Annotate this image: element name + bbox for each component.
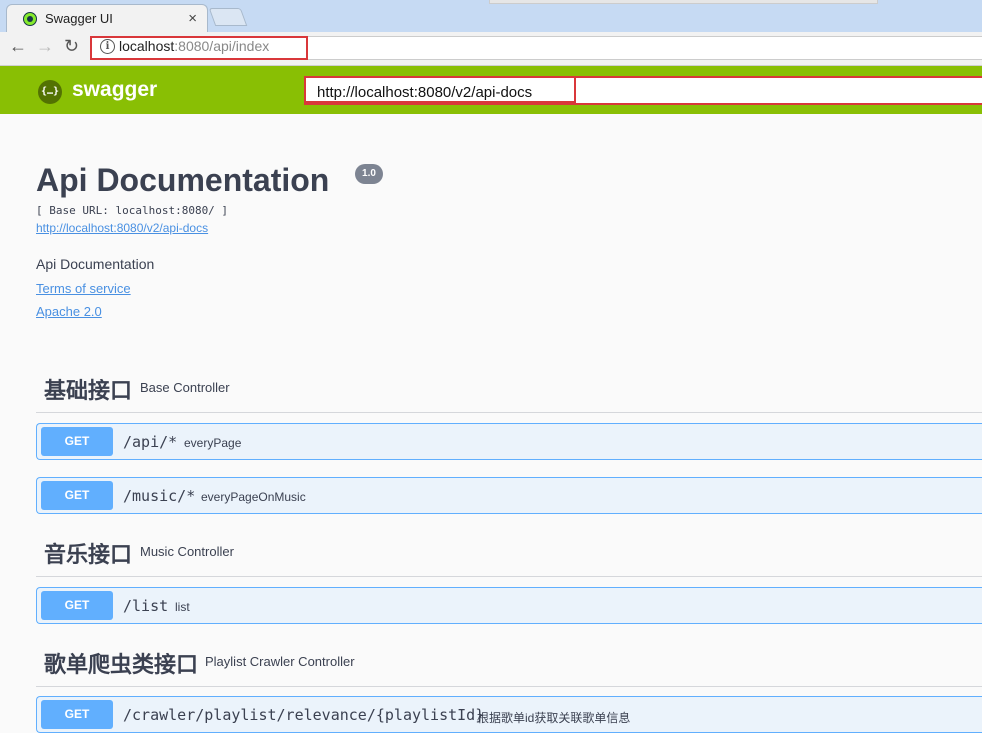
url-path: :8080/api/index bbox=[174, 38, 270, 54]
browser-tab[interactable]: Swagger UI × bbox=[6, 4, 208, 33]
method-badge: GET bbox=[41, 700, 113, 729]
method-badge: GET bbox=[41, 481, 113, 510]
section-title: 基础接口 bbox=[44, 378, 133, 403]
address-url[interactable]: localhost:8080/api/index bbox=[119, 38, 269, 54]
tab-title: Swagger UI bbox=[45, 11, 113, 26]
base-url: [ Base URL: localhost:8080/ ] bbox=[36, 204, 229, 217]
operation-path: /api/* bbox=[123, 433, 178, 451]
operation-get-music[interactable]: GET /music/* everyPageOnMusic bbox=[36, 477, 982, 514]
section-music-controller[interactable]: 音乐接口 Music Controller bbox=[36, 534, 982, 577]
version-badge: 1.0 bbox=[355, 164, 383, 184]
operation-path: /music/* bbox=[123, 487, 196, 505]
operation-summary: everyPage bbox=[184, 436, 242, 450]
site-info-icon[interactable]: i bbox=[100, 39, 115, 54]
reload-icon[interactable]: ↻ bbox=[64, 36, 79, 57]
operation-path: /list bbox=[123, 597, 169, 615]
operation-summary: 根据歌单id获取关联歌单信息 bbox=[477, 711, 631, 725]
window-frame-edge bbox=[489, 0, 878, 4]
operation-summary: everyPageOnMusic bbox=[201, 490, 306, 504]
swagger-logo-text[interactable]: swagger bbox=[72, 78, 157, 102]
method-badge: GET bbox=[41, 591, 113, 620]
section-title: 音乐接口 bbox=[44, 542, 133, 567]
section-title: 歌单爬虫类接口 bbox=[44, 652, 199, 677]
page-title: Api Documentation bbox=[36, 162, 330, 198]
operation-get-api[interactable]: GET /api/* everyPage bbox=[36, 423, 982, 460]
swagger-favicon-icon bbox=[23, 12, 37, 26]
operation-summary: list bbox=[175, 600, 190, 614]
url-host: localhost bbox=[119, 38, 175, 54]
tab-close-icon[interactable]: × bbox=[188, 10, 197, 27]
api-description: Api Documentation bbox=[36, 256, 155, 272]
operation-get-list[interactable]: GET /list list bbox=[36, 587, 982, 624]
section-controller-name: Music Controller bbox=[140, 544, 234, 559]
section-playlist-crawler-controller[interactable]: 歌单爬虫类接口 Playlist Crawler Controller bbox=[36, 644, 982, 687]
spec-url-input[interactable] bbox=[304, 76, 982, 105]
section-base-controller[interactable]: 基础接口 Base Controller bbox=[36, 370, 982, 413]
section-controller-name: Base Controller bbox=[140, 380, 230, 395]
back-arrow-icon[interactable]: ← bbox=[9, 36, 27, 57]
forward-arrow-icon[interactable]: → bbox=[36, 36, 54, 57]
swagger-logo-icon: {…} bbox=[38, 80, 62, 104]
terms-of-service-link[interactable]: Terms of service bbox=[36, 281, 131, 296]
operation-path: /crawler/playlist/relevance/{playlistId} bbox=[123, 706, 485, 724]
method-badge: GET bbox=[41, 427, 113, 456]
api-docs-link[interactable]: http://localhost:8080/v2/api-docs bbox=[36, 221, 208, 235]
license-link[interactable]: Apache 2.0 bbox=[36, 304, 102, 319]
operation-get-crawler-playlist[interactable]: GET /crawler/playlist/relevance/{playlis… bbox=[36, 696, 982, 733]
new-tab-button[interactable] bbox=[208, 8, 248, 26]
section-controller-name: Playlist Crawler Controller bbox=[205, 654, 355, 669]
